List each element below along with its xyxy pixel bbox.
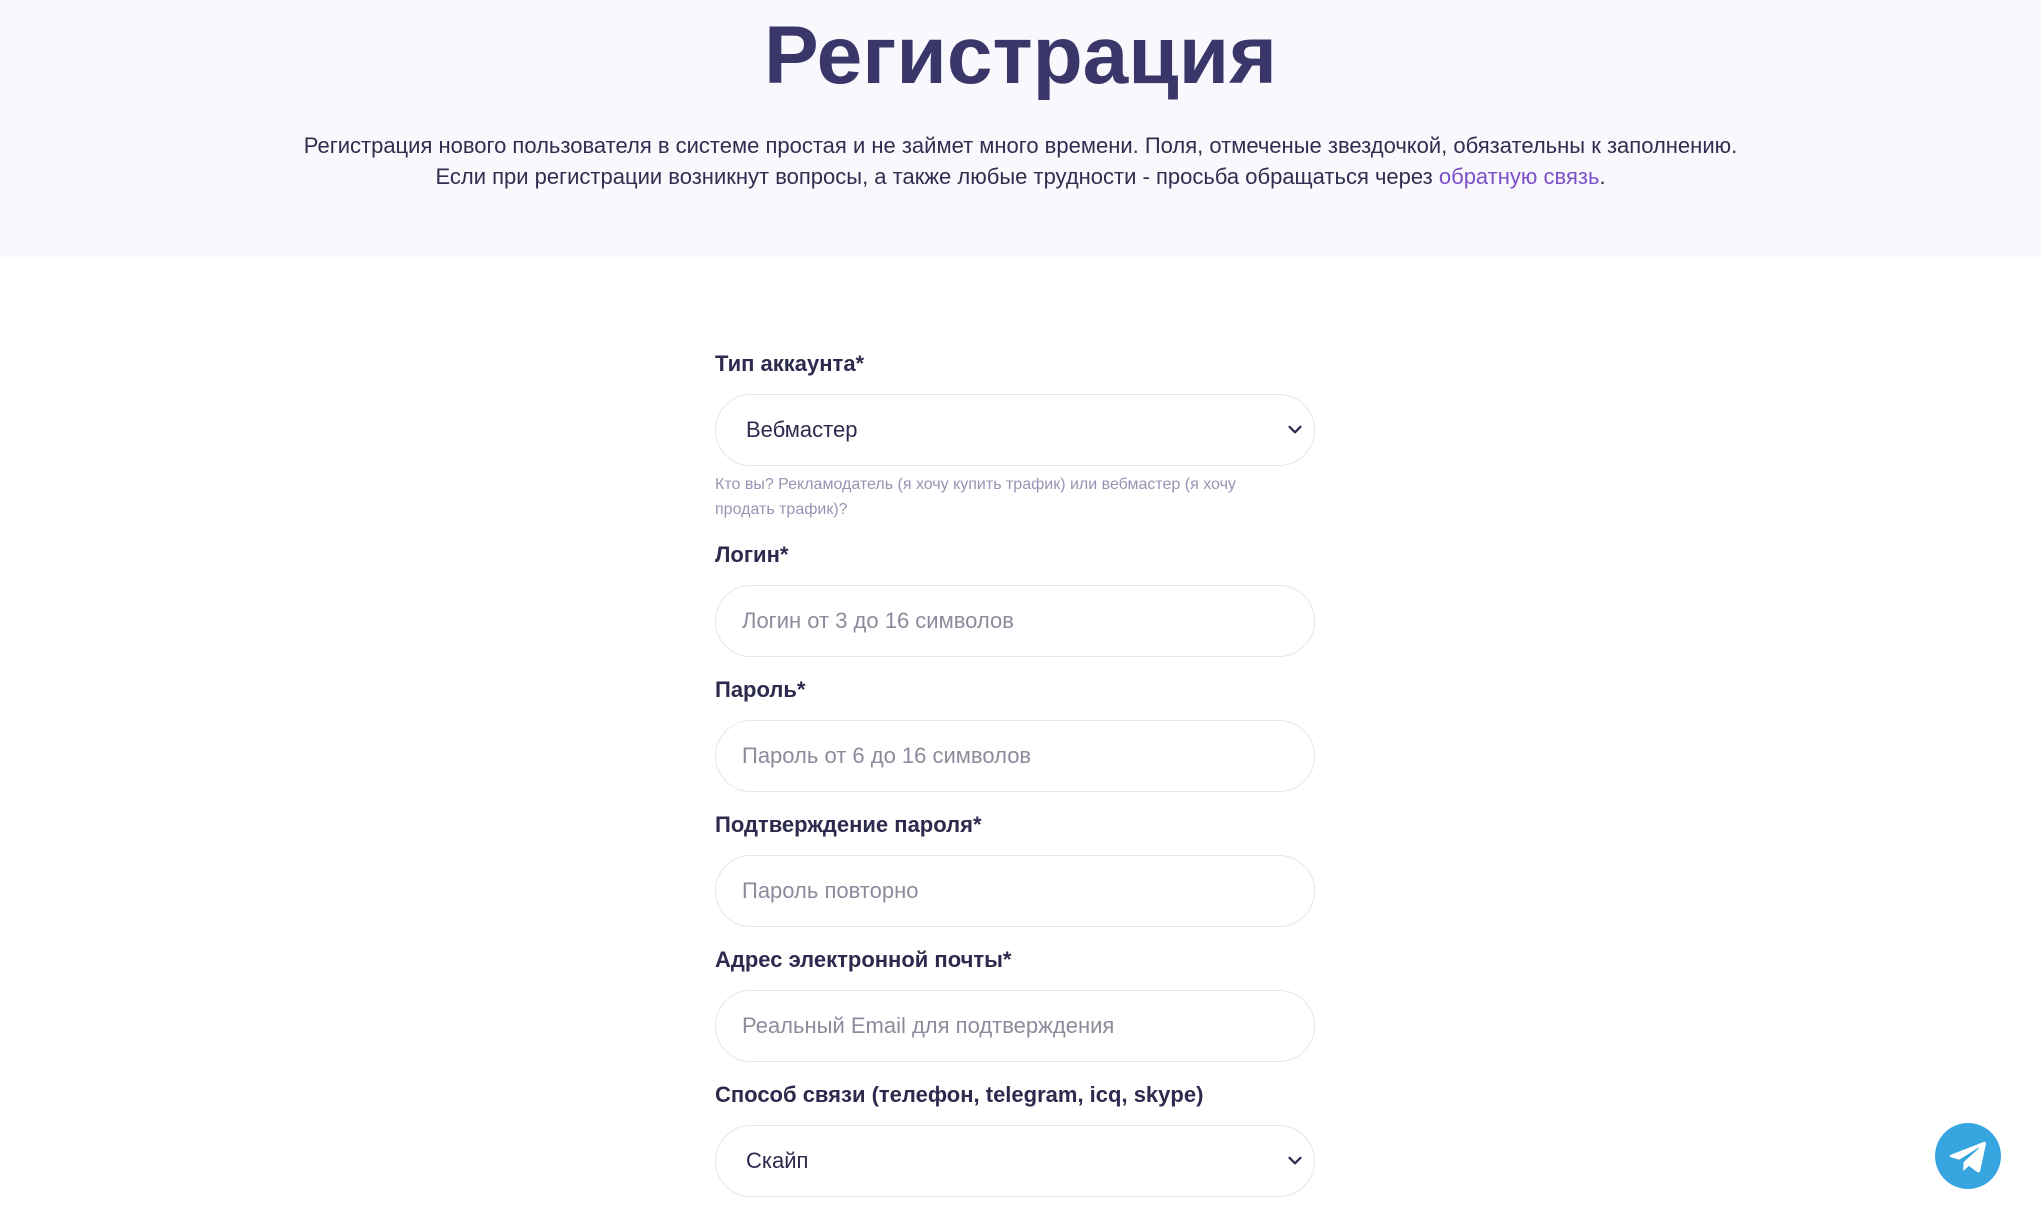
contact-method-value: Скайп [746, 1148, 809, 1173]
account-type-select[interactable]: Вебмастер [715, 394, 1315, 466]
email-label: Адрес электронной почты* [715, 947, 1012, 972]
telegram-button[interactable] [1935, 1123, 2001, 1189]
account-type-value: Вебмастер [746, 417, 858, 442]
chevron-down-icon [1288, 425, 1302, 434]
email-input[interactable] [715, 990, 1315, 1062]
contact-method-label: Способ связи (телефон, telegram, icq, sk… [715, 1082, 1204, 1107]
chevron-down-icon [1288, 1156, 1302, 1165]
account-type-hint: Кто вы? Рекламодатель (я хочу купить тра… [715, 476, 1236, 518]
description-line-1: Регистрация нового пользователя в систем… [303, 133, 1738, 158]
password-label: Пароль* [715, 677, 806, 702]
page-description: Регистрация нового пользователя в систем… [0, 130, 2041, 192]
description-line-2: Если при регистрации возникнут вопросы, … [0, 161, 2041, 192]
page-header: Регистрация Регистрация нового пользоват… [0, 0, 2041, 257]
password-confirm-label: Подтверждение пароля* [715, 812, 982, 837]
description-line-2-text: Если при регистрации возникнут вопросы, … [435, 164, 1439, 189]
password-input[interactable] [715, 720, 1315, 792]
password-confirm-input[interactable] [715, 855, 1315, 927]
page-title: Регистрация [764, 10, 1277, 101]
telegram-icon [1949, 1141, 1986, 1173]
feedback-link[interactable]: обратную связь [1439, 164, 1600, 189]
contact-method-select[interactable]: Скайп [715, 1125, 1315, 1197]
account-type-label: Тип аккаунта* [715, 351, 865, 376]
description-line-2-end: . [1599, 164, 1606, 189]
login-label: Логин* [715, 542, 789, 567]
login-input[interactable] [715, 585, 1315, 657]
